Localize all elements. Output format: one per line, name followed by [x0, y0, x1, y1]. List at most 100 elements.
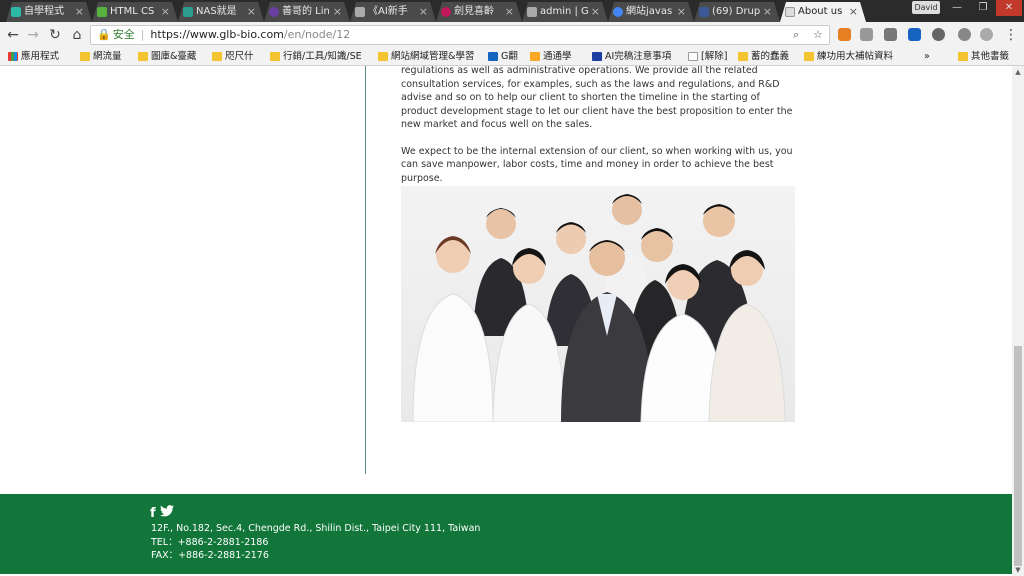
bookmark-label: 蓄的蠢義: [751, 51, 790, 62]
bookmark-overflow-button[interactable]: »: [924, 50, 930, 64]
forward-button[interactable]: →: [24, 26, 42, 44]
favicon-icon: [11, 7, 21, 17]
close-window-button[interactable]: ✕: [996, 0, 1022, 16]
url-path: /en/node/12: [283, 28, 351, 41]
extension-key-icon[interactable]: [838, 28, 851, 41]
extension-camera-icon[interactable]: [860, 28, 873, 41]
vertical-scrollbar[interactable]: ▲ ▼: [1012, 66, 1024, 576]
facebook-icon[interactable]: f: [150, 506, 156, 521]
social-links: f: [150, 505, 175, 521]
folder-icon: [958, 52, 968, 61]
close-tab-icon[interactable]: ×: [333, 2, 342, 22]
tab-1[interactable]: HTML CS ×: [92, 2, 178, 22]
tab-label: (69) Drup: [712, 6, 761, 17]
site-footer: f 12F., No.182, Sec.4, Chengde Rd., Shil…: [0, 494, 1012, 574]
separator: |: [140, 28, 145, 41]
address-bar[interactable]: 🔒 安全 | https://www.glb-bio.com/en/node/12 ⌕…: [90, 25, 830, 45]
tab-label: About us: [798, 6, 843, 17]
profile-button[interactable]: David: [912, 1, 940, 14]
menu-icon[interactable]: ⋮: [1002, 26, 1020, 44]
favicon-icon: [355, 7, 365, 17]
twitter-icon[interactable]: [160, 505, 175, 520]
favicon-icon: [441, 7, 451, 17]
folder-icon: [804, 52, 814, 61]
bookmark-item[interactable]: 通通學: [530, 50, 572, 64]
folder-icon: [80, 52, 90, 61]
bookmark-item[interactable]: 練功用大補帖資料: [804, 50, 893, 64]
bookmark-item[interactable]: AI完稿注意事項: [592, 50, 671, 64]
tab-9-active[interactable]: About us ×: [780, 2, 866, 22]
tab-2[interactable]: NAS就是 ×: [178, 2, 264, 22]
tab-4[interactable]: 《AI新手 ×: [350, 2, 436, 22]
secure-label: 安全: [112, 28, 135, 41]
tab-6[interactable]: admin | G ×: [522, 2, 608, 22]
bookmark-label: 咫尺什: [225, 51, 254, 62]
page-icon: [688, 52, 698, 61]
close-tab-icon[interactable]: ×: [849, 2, 858, 22]
scrollbar-thumb[interactable]: [1014, 346, 1022, 566]
extension-translate-icon[interactable]: [908, 28, 921, 41]
minimize-button[interactable]: —: [944, 0, 970, 16]
bookmark-label: G翻: [501, 51, 518, 62]
team-photo-illustration: [412, 194, 786, 422]
tab-label: HTML CS: [110, 6, 155, 17]
bookmark-item[interactable]: 咫尺什: [212, 50, 254, 64]
column-divider: [365, 66, 366, 474]
close-tab-icon[interactable]: ×: [763, 2, 772, 22]
tab-5[interactable]: 劍見喜齡 ×: [436, 2, 522, 22]
bookmark-other[interactable]: 其他書籤: [958, 50, 1009, 64]
home-button[interactable]: ⌂: [68, 26, 86, 44]
close-tab-icon[interactable]: ×: [161, 2, 170, 22]
bookmark-item[interactable]: [解除]: [688, 50, 727, 64]
browser-toolbar: ← → ↻ ⌂ 🔒 安全 | https://www.glb-bio.com/en/n…: [0, 22, 1024, 48]
contact-info: 12F., No.182, Sec.4, Chengde Rd., Shilin…: [151, 522, 480, 563]
maximize-button[interactable]: ❐: [970, 0, 996, 16]
tab-3[interactable]: 善哥的 Lin ×: [264, 2, 350, 22]
close-tab-icon[interactable]: ×: [505, 2, 514, 22]
favicon-icon: [785, 7, 795, 17]
tab-label: 《AI新手: [368, 6, 408, 17]
tab-label: NAS就是: [196, 6, 237, 17]
bookmark-item[interactable]: 蓄的蠢義: [738, 50, 789, 64]
close-tab-icon[interactable]: ×: [247, 2, 256, 22]
extension-block-icon[interactable]: [980, 28, 993, 41]
bookmark-item[interactable]: 網流量: [80, 50, 122, 64]
bookmark-apps[interactable]: 應用程式: [8, 50, 59, 64]
tab-strip: 自學程式 × HTML CS × NAS就是 × 善哥的 Lin × 《AI新手 × 劍見…: [0, 0, 1024, 22]
tab-0[interactable]: 自學程式 ×: [6, 2, 92, 22]
close-tab-icon[interactable]: ×: [419, 2, 428, 22]
bookmark-label: [解除]: [701, 51, 728, 62]
extension-half-circle-icon[interactable]: [958, 28, 971, 41]
bookmark-label: 應用程式: [21, 51, 60, 62]
bookmark-item[interactable]: G翻: [488, 50, 518, 64]
tab-label: 自學程式: [24, 6, 64, 17]
close-tab-icon[interactable]: ×: [677, 2, 686, 22]
extension-chat-icon[interactable]: [932, 28, 945, 41]
bookmark-item[interactable]: 圖庫&臺藏: [138, 50, 196, 64]
twitter-bird-icon: [160, 505, 175, 517]
back-button[interactable]: ←: [4, 26, 22, 44]
bookmark-label: 行銷/工具/知識/SE: [283, 51, 362, 62]
reload-button[interactable]: ↻: [46, 26, 64, 44]
bookmark-label: 網站網域管理&學習: [391, 51, 475, 62]
bookmark-label: 通通學: [543, 51, 572, 62]
tab-8[interactable]: (69) Drup ×: [694, 2, 780, 22]
team-photo: [401, 186, 795, 422]
web-page: regulations as well as administrative op…: [0, 66, 1012, 576]
close-tab-icon[interactable]: ×: [75, 2, 84, 22]
bookmark-item[interactable]: 網站網域管理&學習: [378, 50, 474, 64]
folder-icon: [270, 52, 280, 61]
extension-puzzle-icon[interactable]: [884, 28, 897, 41]
paragraph: regulations as well as administrative op…: [401, 66, 793, 130]
about-content: regulations as well as administrative op…: [401, 66, 797, 198]
close-tab-icon[interactable]: ×: [591, 2, 600, 22]
bookmark-item[interactable]: 行銷/工具/知識/SE: [270, 50, 362, 64]
tel-text: TEL：+886-2-2881-2186: [151, 536, 269, 548]
search-icon[interactable]: ⌕: [793, 26, 799, 44]
tab-7[interactable]: 網站javas ×: [608, 2, 694, 22]
bookmark-star-icon[interactable]: ☆: [813, 26, 823, 44]
bookmark-label: AI完稿注意事項: [605, 51, 672, 62]
person-figure: [412, 236, 494, 422]
scroll-up-arrow[interactable]: ▲: [1012, 66, 1024, 78]
scroll-down-arrow[interactable]: ▼: [1012, 564, 1024, 576]
